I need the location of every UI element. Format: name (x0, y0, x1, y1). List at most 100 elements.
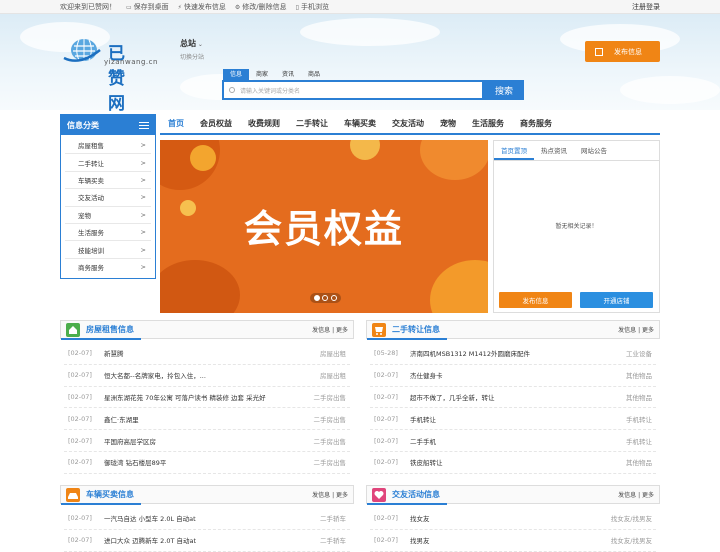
search-tab-goods[interactable]: 商品 (301, 69, 327, 80)
item-title[interactable]: 一汽马自达 小型车 2.0L 自动at (104, 513, 196, 523)
panel-publish-button[interactable]: 发布信息 (499, 292, 572, 308)
item-category[interactable]: 二手房出售 (314, 392, 347, 402)
list-item[interactable]: [02-07] 星洲东湖花苑 70年公寓 可落户读书 精装修 边套 采光好 二手房出… (64, 387, 350, 409)
item-title[interactable]: 找男友 (410, 535, 430, 545)
item-title[interactable]: 星洲东湖花苑 70年公寓 可落户读书 精装修 边套 采光好 (104, 392, 266, 402)
nav-business-services[interactable]: 商务服务 (520, 118, 552, 129)
nav-home[interactable]: 首页 (168, 118, 184, 129)
tab-hot-news[interactable]: 热点资讯 (534, 141, 574, 160)
list-item[interactable]: [02-07] 铁皮船转让 其他物品 (370, 452, 656, 474)
item-title[interactable]: 找女友 (410, 513, 430, 523)
register-link[interactable]: 注册 (632, 2, 646, 12)
post-more-link[interactable]: 发信息 | 更多 (312, 490, 348, 499)
nav-vehicle[interactable]: 车辆买卖 (344, 118, 376, 129)
item-category[interactable]: 找女友/找男友 (611, 513, 652, 523)
post-more-link[interactable]: 发信息 | 更多 (618, 490, 654, 499)
item-category[interactable]: 房屋出租 (320, 370, 346, 380)
search-input[interactable]: 请输入关键词或分类名 (222, 80, 484, 100)
item-category[interactable]: 二手房出售 (314, 414, 347, 424)
list-item[interactable]: [02-07] 一汽马自达 小型车 2.0L 自动at 二手轿车 (64, 508, 350, 530)
item-category[interactable]: 其他物品 (626, 370, 652, 380)
item-category[interactable]: 其他物品 (626, 392, 652, 402)
open-shop-button[interactable]: 开通店铺 (580, 292, 653, 308)
item-date: [02-07] (374, 458, 398, 467)
nav-dating[interactable]: 交友活动 (392, 118, 424, 129)
item-title[interactable]: 新慧腾 (104, 348, 124, 358)
item-category[interactable]: 找女友/找男友 (611, 535, 652, 545)
banner-slider[interactable]: 会员权益 (160, 140, 488, 313)
site-logo[interactable]: 已赞网 yizanwang.cn (62, 36, 157, 114)
list-item[interactable]: [02-07] 二手手机 手机转让 (370, 430, 656, 452)
category-item-life[interactable]: 生活服务 > (65, 224, 151, 242)
publish-button[interactable]: 发布信息 (585, 41, 660, 62)
list-item[interactable]: [02-07] 新慧腾 房屋出租 (64, 343, 350, 365)
search-button[interactable]: 搜索 (484, 80, 524, 100)
item-title[interactable]: 进口大众 迈腾新车 2.0T 自动at (104, 535, 196, 545)
list-item[interactable]: [02-07] 御珑湾 钻石楼层89平 二手房出售 (64, 452, 350, 474)
mobile-link[interactable]: ▯ 手机浏览 (296, 2, 329, 12)
item-category[interactable]: 二手轿车 (320, 513, 346, 523)
post-more-link[interactable]: 发信息 | 更多 (618, 325, 654, 334)
item-title[interactable]: 平国府高层学区房 (104, 436, 156, 446)
quick-publish-link[interactable]: ⚡ 快速发布信息 (178, 2, 226, 12)
item-title[interactable]: 铁皮船转让 (410, 457, 443, 467)
category-item-pets[interactable]: 宠物 > (65, 207, 151, 224)
item-title[interactable]: 杰仕健身卡 (410, 370, 443, 380)
tab-top-listing[interactable]: 首页置顶 (494, 141, 534, 160)
post-more-link[interactable]: 发信息 | 更多 (312, 325, 348, 334)
category-item-training[interactable]: 技能培训 > (65, 241, 151, 259)
category-item-business[interactable]: 商务服务 > (65, 259, 151, 276)
category-item-house[interactable]: 房屋租售 > (65, 137, 151, 155)
list-item[interactable]: [02-07] 找女友 找女友/找男友 (370, 508, 656, 530)
item-category[interactable]: 二手房出售 (314, 457, 347, 467)
item-category[interactable]: 二手房出售 (314, 436, 347, 446)
list-item[interactable]: [02-07] 鑫仁·东湖里 二手房出售 (64, 408, 350, 431)
item-category[interactable]: 工业设备 (626, 348, 652, 358)
list-item[interactable]: [05-28] 济南四机MSB1312 M1412外圆磨床配件 工业设备 (370, 343, 656, 365)
category-item-secondhand[interactable]: 二手转让 > (65, 154, 151, 172)
list-item[interactable]: [02-07] 平国府高层学区房 二手房出售 (64, 430, 350, 452)
search-tab-merchant[interactable]: 商家 (249, 69, 275, 80)
nav-member-benefits[interactable]: 会员权益 (200, 118, 232, 129)
chevron-right-icon: > (140, 158, 146, 167)
item-title[interactable]: 手机转让 (410, 414, 436, 424)
nav-pets[interactable]: 宠物 (440, 118, 456, 129)
slider-dot[interactable] (314, 295, 321, 301)
edit-delete-link[interactable]: ⚙ 修改/删除信息 (235, 2, 287, 12)
item-title[interactable]: 超市不做了，几乎全新，转让 (410, 392, 495, 402)
list-item[interactable]: [02-07] 杰仕健身卡 其他物品 (370, 365, 656, 387)
slider-dot[interactable] (330, 295, 337, 301)
item-category[interactable]: 手机转让 (626, 436, 652, 446)
city-selector[interactable]: 总站 ⌄ 切换分站 (180, 38, 204, 61)
search-tab-news[interactable]: 资讯 (275, 69, 301, 80)
tab-announcements[interactable]: 网站公告 (574, 141, 614, 160)
item-title[interactable]: 济南四机MSB1312 M1412外圆磨床配件 (410, 348, 530, 358)
item-category[interactable]: 房屋出租 (320, 348, 346, 358)
list-item[interactable]: [02-07] 进口大众 迈腾新车 2.0T 自动at 二手轿车 (64, 530, 350, 552)
category-item-vehicle[interactable]: 车辆买卖 > (65, 172, 151, 190)
item-category[interactable]: 手机转让 (626, 414, 652, 424)
login-link[interactable]: 登录 (646, 2, 660, 12)
save-desktop-link[interactable]: ▭ 保存到桌面 (126, 2, 169, 12)
item-date: [02-07] (374, 414, 398, 423)
nav-life-services[interactable]: 生活服务 (472, 118, 504, 129)
search-tab-info[interactable]: 信息 (223, 69, 250, 80)
item-title[interactable]: 恒大名都--名牌家电，拎包入住，... (104, 370, 206, 380)
switch-city-link[interactable]: 切换分站 (180, 52, 204, 61)
item-title[interactable]: 鑫仁·东湖里 (104, 414, 139, 424)
banner-shape (430, 260, 488, 313)
list-item[interactable]: [02-07] 超市不做了，几乎全新，转让 其他物品 (370, 387, 656, 409)
nav-secondhand[interactable]: 二手转让 (296, 118, 328, 129)
category-title: 信息分类 (67, 120, 99, 130)
nav-fee-rules[interactable]: 收费规则 (248, 118, 280, 129)
item-category[interactable]: 其他物品 (626, 457, 652, 467)
category-item-dating[interactable]: 交友活动 > (65, 189, 151, 207)
item-title[interactable]: 御珑湾 钻石楼层89平 (104, 457, 166, 467)
list-item[interactable]: [02-07] 找男友 找女友/找男友 (370, 530, 656, 552)
item-title[interactable]: 二手手机 (410, 436, 436, 446)
slider-dot[interactable] (322, 295, 329, 301)
list-item[interactable]: [02-07] 恒大名都--名牌家电，拎包入住，... 房屋出租 (64, 365, 350, 387)
item-category[interactable]: 二手轿车 (320, 535, 346, 545)
edit-delete-label: 修改/删除信息 (242, 3, 287, 11)
list-item[interactable]: [02-07] 手机转让 手机转让 (370, 408, 656, 431)
